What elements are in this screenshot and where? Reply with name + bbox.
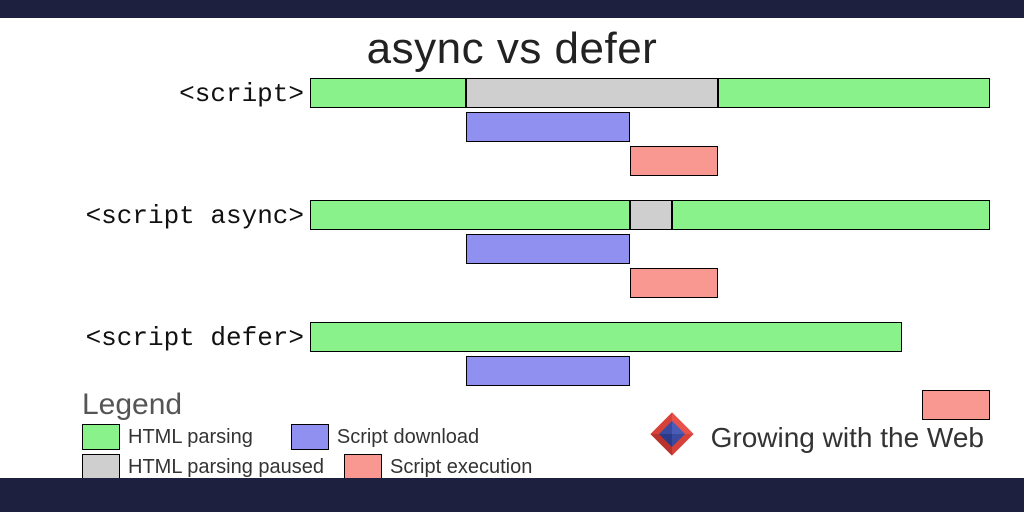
top-frame-bar <box>0 0 1024 18</box>
swatch-download <box>291 424 329 450</box>
segment-download <box>466 356 630 386</box>
segment-download <box>466 112 630 142</box>
diagram-page: async vs defer <script> <script async> <box>0 0 1024 512</box>
segment-download <box>466 234 630 264</box>
segment-parse <box>310 200 630 230</box>
legend-heading: Legend <box>82 388 532 422</box>
legend-label: HTML parsing paused <box>128 456 324 479</box>
segment-parse <box>718 78 990 108</box>
logo-icon <box>645 407 699 468</box>
bottom-frame-bar <box>0 478 1024 512</box>
legend-item-parse: HTML parsing <box>82 424 253 450</box>
page-title: async vs defer <box>0 24 1024 74</box>
row-label-async: <script async> <box>14 200 304 232</box>
segment-parse <box>310 322 902 352</box>
swatch-parse <box>82 424 120 450</box>
segment-parse <box>672 200 990 230</box>
segment-paused <box>466 78 718 108</box>
legend: Legend HTML parsing Script download HTML… <box>82 388 532 484</box>
row-label-defer: <script defer> <box>14 322 304 354</box>
brand-text: Growing with the Web <box>711 422 984 454</box>
legend-item-download: Script download <box>291 424 479 450</box>
segment-exec <box>630 268 718 298</box>
row-script: <script> <box>0 78 1024 178</box>
row-label-script: <script> <box>14 78 304 110</box>
brand: Growing with the Web <box>645 407 984 468</box>
segment-parse <box>310 78 466 108</box>
legend-label: Script download <box>337 426 479 449</box>
swatch-exec <box>344 454 382 480</box>
legend-item-paused: HTML parsing paused <box>82 454 324 480</box>
legend-label: Script execution <box>390 456 532 479</box>
segment-paused <box>630 200 672 230</box>
segment-exec <box>630 146 718 176</box>
row-async: <script async> <box>0 200 1024 300</box>
swatch-paused <box>82 454 120 480</box>
legend-label: HTML parsing <box>128 426 253 449</box>
legend-item-exec: Script execution <box>344 454 532 480</box>
